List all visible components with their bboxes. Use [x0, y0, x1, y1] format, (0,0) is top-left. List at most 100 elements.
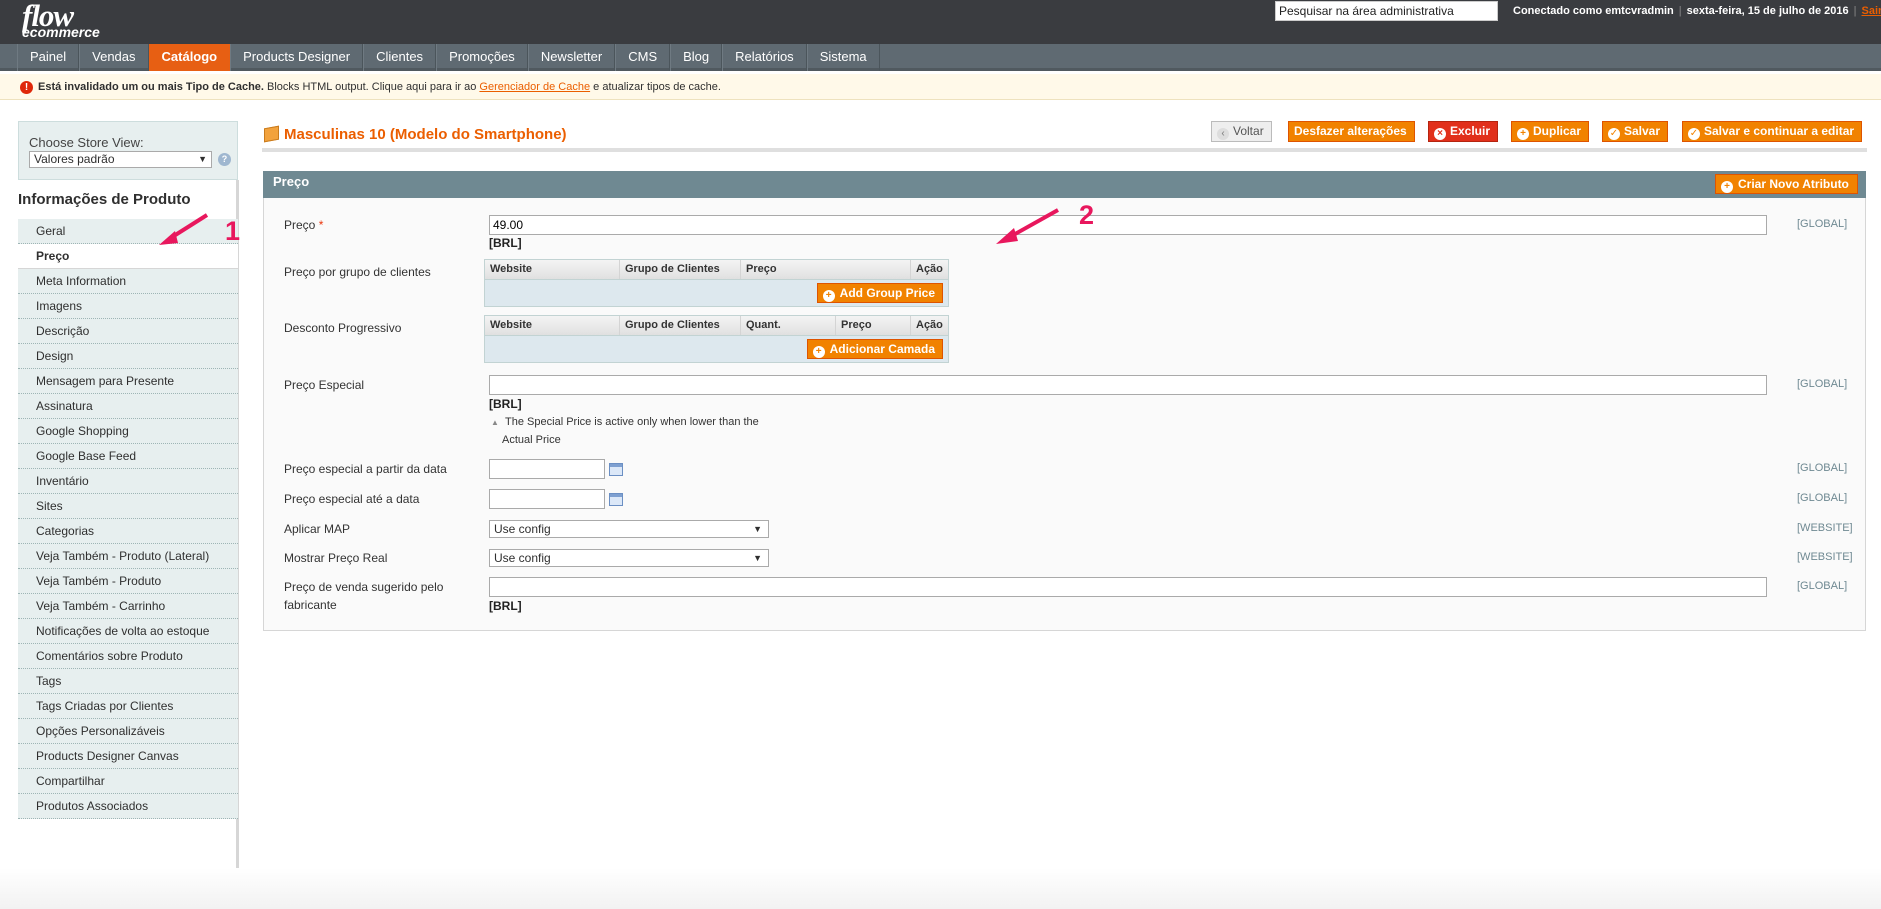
tab-tags-clientes[interactable]: Tags Criadas por Clientes — [18, 694, 238, 719]
title-divider — [262, 148, 1867, 152]
save-continue-button[interactable]: ✓ Salvar e continuar a editar — [1682, 121, 1863, 142]
reset-button[interactable]: Desfazer alterações — [1288, 121, 1415, 142]
help-icon[interactable]: ? — [218, 153, 231, 166]
nav-item-promocoes[interactable]: Promoções — [436, 44, 528, 71]
nav-item-cms[interactable]: CMS — [615, 44, 671, 71]
add-tier-label: Adicionar Camada — [829, 342, 935, 356]
note-triangle-icon: ▲ — [491, 418, 499, 427]
save-continue-button-label: Salvar e continuar a editar — [1704, 124, 1855, 138]
tab-google-base-feed[interactable]: Google Base Feed — [18, 444, 238, 469]
error-icon: ! — [20, 81, 33, 94]
price-section-header: Preço — [263, 171, 1866, 198]
special-from-date-input[interactable] — [489, 459, 605, 479]
tab-tags[interactable]: Tags — [18, 669, 238, 694]
group-price-grid: Website Grupo de Clientes Preço Ação + Ad… — [484, 259, 949, 307]
grid-header: Website — [485, 260, 620, 279]
nav-item-clientes[interactable]: Clientes — [363, 44, 437, 71]
tab-imagens[interactable]: Imagens — [18, 294, 238, 319]
tab-design[interactable]: Design — [18, 344, 238, 369]
tab-veja-tambem-carrinho[interactable]: Veja Também - Carrinho — [18, 594, 238, 619]
special-to-date-input[interactable] — [489, 489, 605, 509]
duplicate-button[interactable]: + Duplicar — [1511, 121, 1590, 142]
annotation-arrow-1 — [159, 213, 209, 245]
nav-item-blog[interactable]: Blog — [670, 44, 723, 71]
nav-item-relatorios[interactable]: Relatórios — [722, 44, 807, 71]
show-real-price-scope: [WEBSITE] — [1797, 551, 1853, 563]
grid-header: Grupo de Clientes — [620, 260, 741, 279]
tab-opcoes-personalizaveis[interactable]: Opções Personalizáveis — [18, 719, 238, 744]
tab-inventario[interactable]: Inventário — [18, 469, 238, 494]
store-view-select[interactable]: Valores padrão ▼ — [29, 151, 212, 168]
apply-map-select[interactable]: Use config ▼ — [489, 520, 769, 538]
back-button[interactable]: ‹ Voltar — [1211, 121, 1272, 142]
page-title: Masculinas 10 (Modelo do Smartphone) — [264, 126, 567, 143]
logged-in-text: Conectado como emtcvradmin — [1513, 5, 1674, 17]
save-button[interactable]: ✓ Salvar — [1602, 121, 1669, 142]
grid-header: Website — [485, 316, 620, 335]
grid-header: Ação — [916, 263, 943, 275]
price-currency: [BRL] — [489, 236, 522, 250]
tab-descricao[interactable]: Descrição — [18, 319, 238, 344]
delete-button[interactable]: × Excluir — [1428, 121, 1499, 142]
special-from-label: Preço especial a partir da data — [284, 462, 447, 476]
tab-categorias[interactable]: Categorias — [18, 519, 238, 544]
back-arrow-icon: ‹ — [1217, 128, 1229, 140]
logo-subtext: ecommerce — [22, 24, 100, 40]
nav-item-vendas[interactable]: Vendas — [79, 44, 149, 71]
tab-comentarios[interactable]: Comentários sobre Produto — [18, 644, 238, 669]
tab-veja-tambem-lateral[interactable]: Veja Também - Produto (Lateral) — [18, 544, 238, 569]
tab-products-designer-canvas[interactable]: Products Designer Canvas — [18, 744, 238, 769]
store-view-switcher: Choose Store View: Valores padrão ▼ ? — [18, 121, 238, 180]
show-real-price-select[interactable]: Use config ▼ — [489, 549, 769, 567]
dropdown-arrow-icon: ▼ — [198, 154, 207, 164]
check-icon: ✓ — [1608, 128, 1620, 140]
cache-manager-link[interactable]: Gerenciador de Cache — [479, 81, 590, 93]
new-attribute-label: Criar Novo Atributo — [1738, 177, 1849, 191]
logo[interactable]: flow ecommerce — [22, 0, 100, 39]
group-price-label: Preço por grupo de clientes — [284, 265, 431, 279]
new-attribute-button[interactable]: + Criar Novo Atributo — [1715, 174, 1858, 194]
delete-button-label: Excluir — [1450, 124, 1491, 138]
special-price-input[interactable] — [489, 375, 1767, 395]
tab-meta-information[interactable]: Meta Information — [18, 269, 238, 294]
tab-assinatura[interactable]: Assinatura — [18, 394, 238, 419]
special-to-label: Preço especial até a data — [284, 492, 420, 506]
nav-item-catalogo[interactable]: Catálogo — [148, 44, 231, 71]
apply-map-scope: [WEBSITE] — [1797, 522, 1853, 534]
special-price-label: Preço Especial — [284, 378, 365, 392]
reset-button-label: Desfazer alterações — [1294, 124, 1407, 138]
special-from-scope: [GLOBAL] — [1797, 462, 1848, 474]
dropdown-arrow-icon: ▼ — [753, 524, 762, 534]
calendar-icon[interactable] — [609, 463, 623, 476]
logout-link[interactable]: Sair — [1862, 5, 1881, 17]
msrp-input[interactable] — [489, 577, 1767, 597]
check-icon: ✓ — [1688, 128, 1700, 140]
apply-map-value: Use config — [494, 522, 551, 536]
nav-item-newsletter[interactable]: Newsletter — [527, 44, 616, 71]
delete-icon: × — [1434, 128, 1446, 140]
page-title-text: Masculinas 10 (Modelo do Smartphone) — [284, 126, 567, 143]
tab-compartilhar[interactable]: Compartilhar — [18, 769, 238, 794]
add-tier-button[interactable]: + Adicionar Camada — [806, 339, 943, 359]
annotation-number-2: 2 — [1079, 200, 1095, 230]
tab-notificacoes-estoque[interactable]: Notificações de volta ao estoque — [18, 619, 238, 644]
tab-veja-tambem-produto[interactable]: Veja Também - Produto — [18, 569, 238, 594]
tab-mensagem-presente[interactable]: Mensagem para Presente — [18, 369, 238, 394]
nav-item-painel[interactable]: Painel — [17, 44, 80, 71]
save-button-label: Salvar — [1624, 124, 1661, 138]
cache-notice: ! Está invalidado um ou mais Tipo de Cac… — [0, 74, 1881, 100]
tab-produtos-associados[interactable]: Produtos Associados — [18, 794, 238, 819]
nav-item-products-designer[interactable]: Products Designer — [230, 44, 364, 71]
notice-text-2: e atualizar tipos de cache. — [593, 81, 721, 93]
store-view-label: Choose Store View: — [29, 135, 144, 150]
grid-header: Preço — [836, 316, 911, 335]
admin-search-input[interactable] — [1275, 1, 1498, 21]
calendar-icon[interactable] — [609, 493, 623, 506]
tier-price-grid: Website Grupo de Clientes Quant. Preço A… — [484, 315, 949, 363]
nav-item-sistema[interactable]: Sistema — [806, 44, 880, 71]
price-input[interactable] — [489, 215, 1767, 235]
msrp-scope: [GLOBAL] — [1797, 580, 1848, 592]
tab-sites[interactable]: Sites — [18, 494, 238, 519]
add-group-price-button[interactable]: + Add Group Price — [816, 283, 943, 303]
tab-google-shopping[interactable]: Google Shopping — [18, 419, 238, 444]
